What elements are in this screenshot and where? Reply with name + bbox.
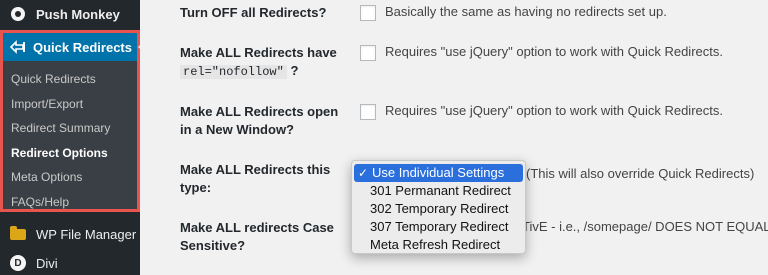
label-line-1: Make ALL redirects Case bbox=[180, 220, 334, 235]
label-line-2: type: bbox=[180, 180, 212, 195]
option-label: Turn OFF all Redirects? bbox=[180, 5, 327, 20]
menu-label: WP File Manager bbox=[36, 226, 137, 242]
menu-wp-file-manager[interactable]: WP File Manager bbox=[0, 220, 140, 248]
menu-label: Divi bbox=[36, 255, 58, 271]
option-label: 302 Temporary Redirect bbox=[370, 201, 509, 216]
option-label: Make ALL Redirects have rel="nofollow" ? bbox=[180, 44, 350, 81]
push-monkey-icon bbox=[0, 7, 36, 21]
menu-label: Push Monkey bbox=[36, 6, 120, 22]
redirect-arrow-icon bbox=[3, 40, 33, 54]
turn-off-checkbox[interactable] bbox=[360, 5, 376, 21]
label-line-1: Make ALL Redirects open bbox=[180, 104, 339, 119]
label-line-1: Make ALL Redirects this bbox=[180, 162, 331, 177]
quick-redirects-menu-group: Quick Redirects Quick Redirects Import/E… bbox=[0, 30, 146, 214]
option-label: Use Individual Settings bbox=[372, 165, 505, 180]
dropdown-option[interactable]: 307 Temporary Redirect bbox=[352, 218, 525, 236]
submenu-redirect-summary[interactable]: Redirect Summary bbox=[3, 116, 137, 141]
option-description: Basically the same as having no redirect… bbox=[385, 4, 667, 19]
submenu-meta-options[interactable]: Meta Options bbox=[3, 165, 137, 190]
option-label: Make ALL redirects Case Sensitive? bbox=[180, 219, 350, 255]
menu-push-monkey[interactable]: Push Monkey bbox=[0, 0, 140, 28]
code-nofollow: rel="nofollow" bbox=[180, 65, 287, 79]
divi-icon: D bbox=[0, 255, 36, 271]
nofollow-checkbox[interactable] bbox=[360, 45, 376, 61]
redirect-type-dropdown[interactable]: ✓ Use Individual Settings 301 Permanant … bbox=[351, 160, 526, 254]
option-label: Make ALL Redirects open in a New Window? bbox=[180, 103, 350, 139]
option-description: TivE - i.e., /somepage/ DOES NOT EQUAL bbox=[522, 219, 768, 234]
label-line-2: Sensitive? bbox=[180, 238, 246, 253]
type-select-hint: (This will also override Quick Redirects… bbox=[526, 166, 755, 181]
dropdown-option[interactable]: 301 Permanant Redirect bbox=[352, 182, 525, 200]
submenu-faqs-help[interactable]: FAQs/Help bbox=[3, 190, 137, 215]
option-description: Requires "use jQuery" option to work wit… bbox=[385, 44, 723, 59]
label-suffix: ? bbox=[290, 63, 299, 78]
submenu-quick-redirects[interactable]: Quick Redirects bbox=[3, 67, 137, 92]
checkmark-icon: ✓ bbox=[358, 166, 369, 180]
new-window-checkbox[interactable] bbox=[360, 104, 376, 120]
dropdown-option[interactable]: 302 Temporary Redirect bbox=[352, 200, 525, 218]
option-label: 307 Temporary Redirect bbox=[370, 219, 509, 234]
menu-quick-redirects[interactable]: Quick Redirects bbox=[3, 33, 146, 61]
quick-redirects-submenu: Quick Redirects Import/Export Redirect S… bbox=[3, 67, 137, 214]
dropdown-option[interactable]: Meta Refresh Redirect bbox=[352, 236, 525, 254]
option-label: Make ALL Redirects this type: bbox=[180, 161, 350, 197]
options-form: Turn OFF all Redirects? Basically the sa… bbox=[140, 0, 768, 275]
option-label: Meta Refresh Redirect bbox=[370, 237, 501, 252]
folder-icon bbox=[0, 225, 36, 240]
menu-label: Quick Redirects bbox=[33, 39, 132, 55]
label-text: Make ALL Redirects have bbox=[180, 45, 337, 60]
label-line-2: in a New Window? bbox=[180, 122, 294, 137]
option-description: Requires "use jQuery" option to work wit… bbox=[385, 103, 723, 118]
submenu-import-export[interactable]: Import/Export bbox=[3, 92, 137, 117]
submenu-redirect-options[interactable]: Redirect Options bbox=[3, 141, 137, 166]
admin-sidebar: Push Monkey Quick Redirects Quick Redire… bbox=[0, 0, 146, 275]
option-label: 301 Permanant Redirect bbox=[370, 183, 511, 198]
dropdown-option[interactable]: ✓ Use Individual Settings bbox=[354, 164, 523, 182]
menu-divi[interactable]: D Divi bbox=[0, 249, 140, 275]
